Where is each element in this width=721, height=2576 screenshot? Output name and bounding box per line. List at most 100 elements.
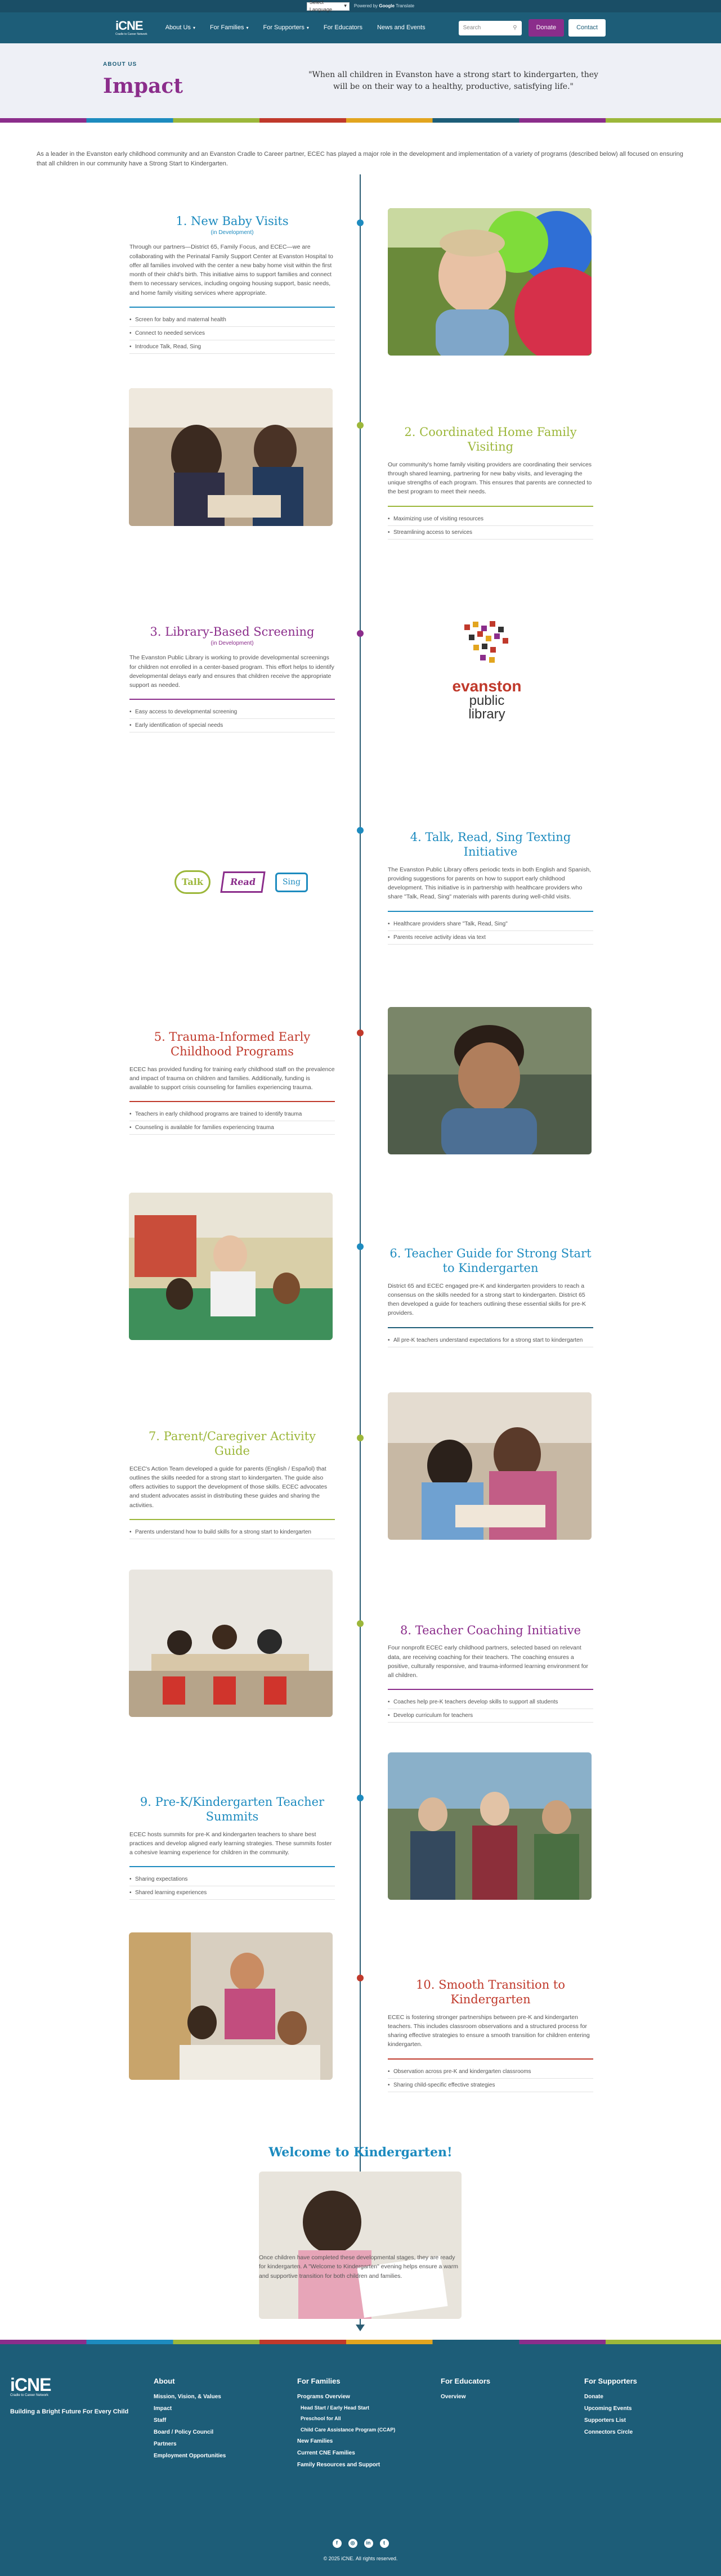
breadcrumb[interactable]: ABOUT US [103, 60, 289, 69]
footer-col-title: For Families [297, 2377, 341, 2385]
step-title: 5. Trauma-Informed Early Childhood Progr… [154, 1030, 311, 1059]
search-placeholder: Search [463, 25, 481, 31]
step-description: Four nonprofit ECEC early childhood part… [388, 1644, 589, 1679]
step-bullets: Parents understand how to build skills f… [129, 1526, 335, 1539]
chevron-down-icon: ▾ [306, 25, 309, 30]
divider [388, 910, 593, 912]
intro-text: As a leader in the Evanston early childh… [37, 151, 683, 168]
nav-news-events[interactable]: News and Events [377, 23, 426, 33]
footer-link[interactable]: Programs Overview [297, 2393, 441, 2401]
linkedin-icon[interactable]: in [364, 2539, 373, 2548]
footer-link[interactable]: Upcoming Events [584, 2404, 697, 2413]
step-title: 3. Library-Based Screening [150, 625, 315, 639]
list-item: Parents receive activity ideas via text [388, 931, 593, 945]
twitter-icon[interactable]: t [379, 2539, 389, 2548]
page-hero: ABOUT US Impact "When all children in Ev… [0, 43, 721, 118]
footer-link[interactable]: Mission, Vision, & Values [154, 2393, 297, 2401]
divider [388, 505, 593, 507]
footer-link[interactable]: Partners [154, 2440, 297, 2448]
list-item: Coaches help pre-K teachers develop skil… [388, 1696, 593, 1710]
instagram-icon[interactable]: ◎ [348, 2539, 357, 2548]
footer-link[interactable]: Impact [154, 2404, 297, 2413]
footer-link[interactable]: Donate [584, 2393, 697, 2401]
list-item: Streamlining access to services [388, 526, 593, 540]
divider [129, 1101, 335, 1103]
footer-link[interactable]: Employment Opportunities [154, 2452, 297, 2460]
step-title: 2. Coordinated Home Family Visiting [404, 425, 577, 454]
divider [129, 699, 335, 700]
chevron-down-icon: ▾ [246, 25, 249, 30]
list-item: Easy access to developmental screening [129, 705, 335, 720]
footer-link[interactable]: Current CNE Families [297, 2449, 441, 2457]
footer-col-title: For Supporters [584, 2377, 637, 2385]
footer-link[interactable]: Head Start / Early Head Start [297, 2404, 441, 2412]
divider [129, 306, 335, 308]
step-status: (in Development) [211, 640, 254, 647]
nav-for-families[interactable]: For Families ▾ [210, 23, 249, 33]
nav-for-supporters[interactable]: For Supporters ▾ [263, 23, 308, 33]
site-header: iCNE Cradle to Career Network About Us ▾ … [0, 12, 721, 43]
nav-label: About Us [165, 24, 191, 32]
step-bullets: Easy access to developmental screening E… [129, 705, 335, 733]
timeline-dot [357, 1975, 364, 1982]
step-bullets: All pre-K teachers understand expectatio… [388, 1334, 593, 1347]
photo-parent-child-activity [388, 1392, 592, 1540]
step-bullets: Screen for baby and maternal health Conn… [129, 313, 335, 354]
step-bullets: Maximizing use of visiting resources Str… [388, 512, 593, 540]
step-trauma-informed: 5. Trauma-Informed Early Childhood Progr… [129, 1029, 335, 1135]
contact-button[interactable]: Contact [568, 19, 606, 37]
divider [388, 1689, 593, 1691]
divider [388, 1327, 593, 1328]
footer-link[interactable]: Staff [154, 2416, 297, 2425]
search-icon[interactable]: ⚲ [513, 24, 517, 32]
step-teacher-summits: 9. Pre-K/Kindergarten Teacher Summits EC… [129, 1795, 335, 1900]
footer-col-educators: For Educators Overview [441, 2376, 584, 2472]
footer-col-supporters: For Supporters Donate Upcoming Events Su… [584, 2376, 697, 2472]
site-logo[interactable]: iCNE Cradle to Career Network [115, 20, 147, 36]
footer-link[interactable]: Overview [441, 2393, 584, 2401]
timeline-dot [357, 630, 364, 637]
photo-child-writing [259, 2172, 462, 2319]
step-parent-activity-guide: 7. Parent/Caregiver Activity Guide ECEC'… [129, 1429, 335, 1539]
photo-home-visiting [129, 388, 333, 527]
translate-credit: Powered by Google Translate [354, 3, 414, 10]
language-select[interactable]: Select Language ▾ [306, 0, 350, 12]
footer-col-title: For Educators [441, 2377, 491, 2385]
timeline-dot [357, 1243, 364, 1251]
footer-link[interactable]: Connectors Circle [584, 2428, 697, 2436]
timeline-dot [357, 827, 364, 834]
footer-link[interactable]: Board / Policy Council [154, 2428, 297, 2436]
list-item: Healthcare providers share "Talk, Read, … [388, 918, 593, 931]
step-status: (in Development) [211, 230, 254, 236]
facebook-icon[interactable]: f [332, 2539, 342, 2548]
footer-link[interactable]: Child Care Assistance Program (CCAP) [297, 2426, 441, 2434]
footer-logo[interactable]: iCNE Cradle to Career Network [10, 2376, 154, 2397]
step-bullets: Teachers in early childhood programs are… [129, 1108, 335, 1135]
footer-link[interactable]: Family Resources and Support [297, 2461, 441, 2469]
step-smooth-transition: 10. Smooth Transition to Kindergarten EC… [388, 1977, 593, 2092]
footer-logo-tagline: Cradle to Career Network [10, 2394, 49, 2397]
step-bullets: Coaches help pre-K teachers develop skil… [388, 1696, 593, 1723]
translate-link[interactable]: Translate [396, 3, 414, 8]
step-new-baby-visits: 1. New Baby Visits (in Development) Thro… [129, 214, 335, 354]
nav-label: For Supporters [263, 24, 304, 32]
nav-about-us[interactable]: About Us ▾ [165, 23, 195, 33]
divider [129, 1866, 335, 1868]
footer-link[interactable]: Supporters List [584, 2416, 697, 2425]
search-input[interactable]: Search ⚲ [458, 20, 522, 35]
footer-link[interactable]: New Families [297, 2437, 441, 2445]
talk-read-sing-logos: Talk Read Sing [174, 865, 326, 899]
main-nav: About Us ▾ For Families ▾ For Supporters ▾ … [165, 23, 459, 33]
step-title: 4. Talk, Read, Sing Texting Initiative [410, 830, 571, 859]
google-label: Google [379, 3, 395, 8]
footer-tagline: Building a Bright Future For Every Child [10, 2408, 129, 2415]
language-select-value: Select Language [309, 0, 332, 12]
footer-link[interactable]: Preschool for All [297, 2415, 441, 2423]
site-footer: iCNE Cradle to Career Network Building a… [0, 2344, 721, 2576]
powered-by-label: Powered by [353, 3, 378, 8]
donate-button[interactable]: Donate [528, 19, 565, 37]
footer-col-title: About [154, 2377, 175, 2385]
library-logo-public: public [469, 693, 505, 708]
nav-for-educators[interactable]: For Educators [324, 23, 362, 33]
chevron-down-icon: ▾ [344, 3, 347, 9]
